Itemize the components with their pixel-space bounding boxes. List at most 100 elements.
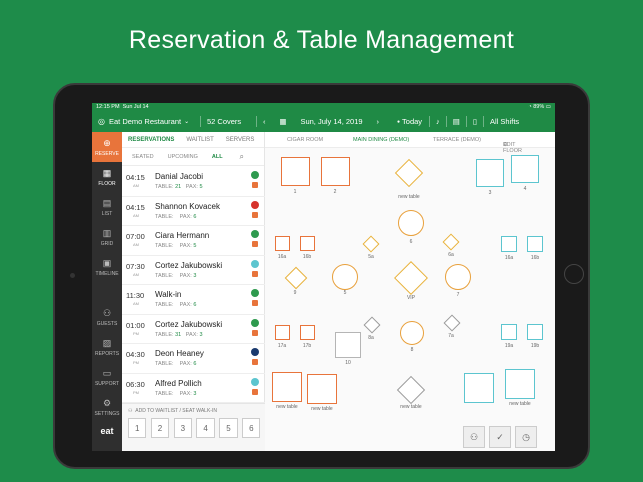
pax-count: 3: [193, 272, 197, 279]
status-icon[interactable]: [251, 289, 259, 297]
reservation-row[interactable]: 06:30 PM Alfred Pollich TABLE: PAX: 3: [122, 374, 265, 403]
reservation-row[interactable]: 04:30 PM Deon Heaney TABLE: PAX: 6: [122, 344, 265, 374]
table-new-5[interactable]: [464, 373, 494, 403]
table-6[interactable]: [398, 210, 424, 236]
check-button[interactable]: ✓: [489, 426, 511, 448]
status-icon[interactable]: [251, 230, 259, 238]
table-5[interactable]: [332, 264, 358, 290]
table-new-4[interactable]: [396, 375, 426, 405]
home-button[interactable]: [564, 264, 584, 284]
tab-upcoming[interactable]: UPCOMING: [168, 154, 198, 160]
table-16b[interactable]: [300, 236, 315, 251]
sidebar-item-floor[interactable]: ▦ FLOOR: [92, 162, 122, 192]
reports-icon: ▨: [102, 337, 112, 348]
party-size-button[interactable]: 6: [242, 418, 261, 438]
tab-all[interactable]: ALL: [212, 154, 223, 160]
table-new-3[interactable]: [307, 374, 337, 404]
table-new-2[interactable]: [272, 372, 302, 402]
bell-icon[interactable]: ♪: [430, 111, 446, 132]
tab-main-dining[interactable]: MAIN DINING (DEMO): [353, 137, 409, 143]
table-16a-terrace[interactable]: [501, 236, 517, 252]
clipboard-icon[interactable]: ▯: [467, 111, 483, 132]
party-size-button[interactable]: 3: [173, 418, 192, 438]
tab-waitlist[interactable]: WAITLIST: [186, 137, 213, 143]
party-size-button[interactable]: 1: [128, 418, 147, 438]
table-label: 1: [293, 189, 297, 195]
table-19b[interactable]: [527, 324, 543, 340]
current-date[interactable]: Sun, July 14, 2019: [300, 117, 362, 126]
sidebar-item-list[interactable]: ▤ LIST: [92, 192, 122, 222]
status-icon[interactable]: [251, 348, 259, 356]
table-19a[interactable]: [501, 324, 517, 340]
status-icon[interactable]: [251, 377, 259, 386]
table-7[interactable]: [445, 264, 471, 290]
reservation-row[interactable]: 01:00 PM Cortez Jakubowski TABLE: 31 PAX: 3: [122, 315, 265, 344]
table-2[interactable]: [321, 157, 350, 186]
table-9[interactable]: [284, 266, 308, 290]
table-16b-terrace[interactable]: [527, 236, 543, 252]
sidebar-item-grid[interactable]: ▥ GRID: [92, 222, 122, 252]
tab-reservations[interactable]: RESERVATIONS: [128, 137, 174, 143]
shifts-selector[interactable]: All Shifts: [484, 111, 525, 132]
calendar-icon: ▦: [279, 117, 287, 126]
table-1[interactable]: [281, 157, 310, 186]
status-icon[interactable]: [251, 318, 259, 327]
reservation-row[interactable]: 07:30 AM Cortez Jakubowski TABLE: PAX: 3: [122, 256, 265, 285]
table-label: 7a: [448, 333, 454, 339]
search-icon[interactable]: ⌕: [240, 152, 244, 162]
table-5a[interactable]: [362, 235, 380, 253]
chevron-right-icon[interactable]: ›: [377, 117, 380, 126]
table-6a[interactable]: [442, 233, 460, 251]
sidebar-item-settings[interactable]: ⚙ SETTINGS: [92, 392, 122, 422]
restaurant-selector[interactable]: ◎ Eat Demo Restaurant ⌄: [92, 111, 200, 132]
table-16a[interactable]: [275, 236, 290, 251]
table-8a[interactable]: [363, 316, 381, 334]
sidebar-item-guests[interactable]: ⚇ GUESTS: [92, 302, 122, 332]
pax-count: 6: [193, 302, 197, 308]
table-17b[interactable]: [300, 325, 315, 340]
tab-servers[interactable]: SERVERS: [226, 137, 255, 143]
table-new-1[interactable]: [394, 158, 424, 188]
guests-filter-button[interactable]: ⚇: [463, 426, 485, 448]
party-size-button[interactable]: 2: [150, 418, 170, 438]
today-button[interactable]: ● Today: [385, 111, 422, 132]
table-3[interactable]: [476, 159, 504, 187]
table-8[interactable]: [400, 321, 424, 345]
timeline-icon: ▣: [102, 257, 112, 268]
table-17a[interactable]: [275, 325, 290, 340]
guest-name: Alfred Pollich: [155, 378, 202, 388]
status-icon[interactable]: [251, 200, 259, 209]
sidebar-item-reports[interactable]: ▨ REPORTS: [92, 332, 122, 362]
status-icon[interactable]: [251, 171, 259, 179]
sidebar-item-support[interactable]: ▭ SUPPORT: [92, 362, 122, 392]
status-icon[interactable]: [251, 259, 259, 268]
table-vip[interactable]: [394, 261, 428, 295]
table-10[interactable]: [335, 332, 361, 358]
row-ampm: AM: [133, 212, 139, 218]
row-meta: TABLE: PAX: 3: [155, 273, 196, 279]
row-meta: TABLE: PAX: 6: [155, 302, 196, 308]
table-4[interactable]: [511, 155, 539, 183]
reservation-row[interactable]: 07:00 AM Ciara Hermann TABLE: PAX: 5: [122, 226, 265, 256]
table-new-6[interactable]: [505, 369, 535, 399]
chevron-left-icon[interactable]: ‹: [263, 117, 266, 126]
party-size-button[interactable]: 4: [196, 418, 215, 438]
sidebar-item-label: TIMELINE: [95, 270, 119, 277]
printer-icon[interactable]: ▤: [447, 111, 466, 132]
tab-seated[interactable]: SEATED: [132, 154, 154, 160]
tag-icon: [252, 359, 258, 365]
sidebar-item-reserve[interactable]: ⊕ RESERVE: [92, 132, 122, 162]
row-ampm: PM: [133, 389, 139, 395]
tab-terrace[interactable]: TERRACE (DEMO): [433, 137, 481, 143]
reservation-row[interactable]: 04:15 AM Shannon Kovacek TABLE: PAX: 6: [122, 197, 265, 226]
sidebar-item-timeline[interactable]: ▣ TIMELINE: [92, 252, 122, 282]
tab-cigar-room[interactable]: CIGAR ROOM: [287, 137, 323, 143]
pax-count: 6: [193, 213, 197, 220]
reservation-row[interactable]: 11:30 AM Walk-in TABLE: PAX: 6: [122, 285, 265, 315]
reservation-row[interactable]: 04:15 AM Danial Jacobi TABLE: 21 PAX: 5: [122, 167, 265, 197]
people-icon: ⚇: [128, 408, 133, 414]
floor-plan: CIGAR ROOM MAIN DINING (DEMO) TERRACE (D…: [265, 132, 555, 451]
clock-button[interactable]: ◷: [515, 426, 537, 448]
table-7a[interactable]: [443, 314, 461, 332]
party-size-button[interactable]: 5: [219, 418, 238, 438]
